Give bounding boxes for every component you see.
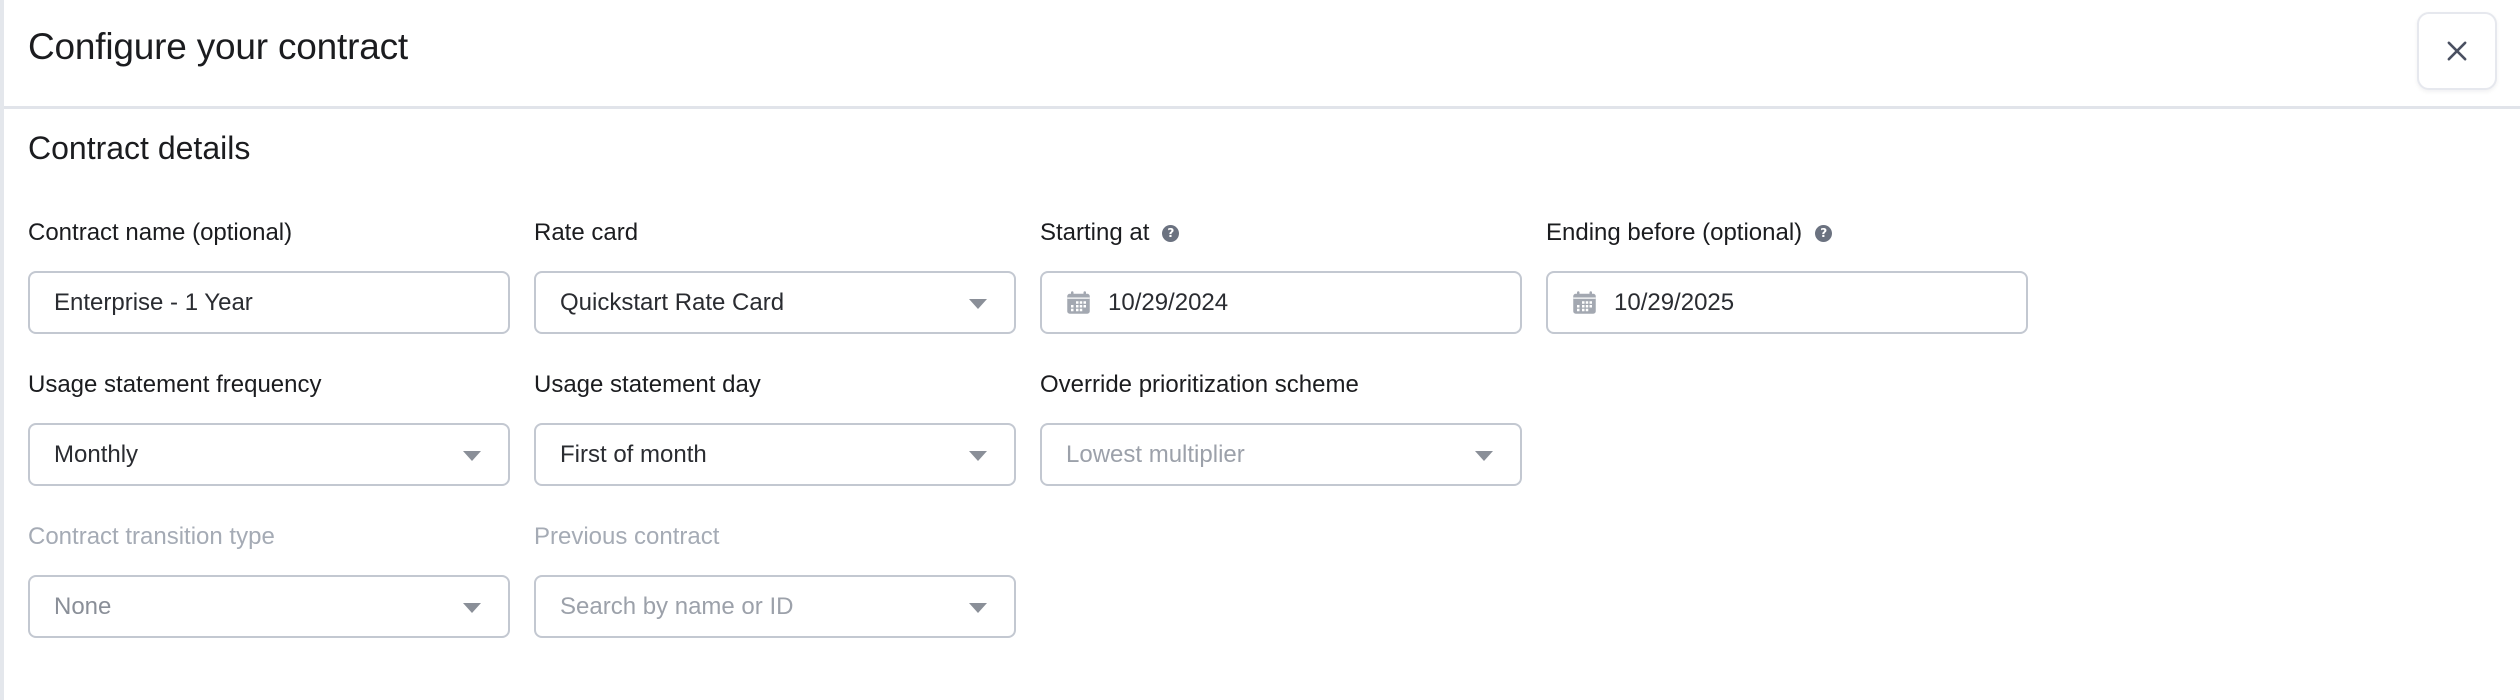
chevron-down-icon [463, 602, 481, 613]
ending-before-label: Ending before (optional) [1546, 219, 1803, 246]
usage-statement-day-label: Usage statement day [534, 371, 761, 398]
dialog-title: Configure your contract [28, 26, 408, 67]
contract-name-input[interactable]: Enterprise - 1 Year [28, 271, 510, 334]
section-title: Contract details [28, 130, 251, 166]
contract-transition-type-value: None [54, 592, 112, 620]
chevron-down-icon [463, 450, 481, 461]
configure-contract-dialog: Configure your contract Contract details… [0, 0, 2520, 700]
ending-before-date-input[interactable]: 10/29/2025 [1546, 271, 2028, 334]
rate-card-value: Quickstart Rate Card [560, 288, 785, 316]
chevron-down-icon [1475, 450, 1493, 461]
previous-contract-select[interactable]: Search by name or ID [534, 575, 1016, 638]
usage-statement-day-value: First of month [560, 440, 707, 468]
rate-card-label: Rate card [534, 219, 639, 246]
rate-card-field: Rate card Quickstart Rate Card [534, 216, 1016, 334]
starting-at-value: 10/29/2024 [1108, 288, 1229, 316]
calendar-icon [1573, 291, 1596, 314]
override-prioritization-scheme-label: Override prioritization scheme [1040, 371, 1359, 398]
starting-at-field: Starting at ? 10/29/2024 [1040, 216, 1522, 334]
help-icon[interactable]: ? [1162, 224, 1180, 242]
starting-at-label: Starting at [1040, 219, 1150, 246]
override-prioritization-scheme-field: Override prioritization scheme Lowest mu… [1040, 368, 1522, 486]
starting-at-date-input[interactable]: 10/29/2024 [1040, 271, 1522, 334]
rate-card-select[interactable]: Quickstart Rate Card [534, 271, 1016, 334]
ending-before-value: 10/29/2025 [1614, 288, 1735, 316]
contract-name-label: Contract name (optional) [28, 219, 293, 246]
previous-contract-label: Previous contract [534, 523, 720, 550]
starting-at-label-row: Starting at ? [1040, 216, 1522, 250]
usage-statement-frequency-label: Usage statement frequency [28, 371, 322, 398]
usage-statement-day-field: Usage statement day First of month [534, 368, 1016, 486]
close-button[interactable] [2417, 12, 2497, 90]
contract-transition-type-field: Contract transition type None [28, 520, 510, 638]
usage-statement-frequency-field: Usage statement frequency Monthly [28, 368, 510, 486]
ending-before-label-row: Ending before (optional) ? [1546, 216, 2028, 250]
usage-statement-day-select[interactable]: First of month [534, 423, 1016, 486]
contract-transition-type-select[interactable]: None [28, 575, 510, 638]
previous-contract-field: Previous contract Search by name or ID [534, 520, 1016, 638]
usage-statement-frequency-select[interactable]: Monthly [28, 423, 510, 486]
chevron-down-icon [969, 602, 987, 613]
override-prioritization-scheme-select[interactable]: Lowest multiplier [1040, 423, 1522, 486]
calendar-icon [1067, 291, 1090, 314]
help-icon[interactable]: ? [1815, 224, 1833, 242]
contract-transition-type-label: Contract transition type [28, 523, 275, 550]
chevron-down-icon [969, 450, 987, 461]
ending-before-field: Ending before (optional) ? 10/29/2025 [1546, 216, 2028, 334]
chevron-down-icon [969, 298, 987, 309]
override-prioritization-scheme-placeholder: Lowest multiplier [1066, 440, 1245, 468]
previous-contract-placeholder: Search by name or ID [560, 592, 794, 620]
close-icon [2447, 41, 2467, 61]
contract-name-value: Enterprise - 1 Year [54, 288, 253, 316]
contract-name-field: Contract name (optional) Enterprise - 1 … [28, 216, 510, 334]
usage-statement-frequency-value: Monthly [54, 440, 139, 468]
dialog-header: Configure your contract [4, 0, 2520, 109]
